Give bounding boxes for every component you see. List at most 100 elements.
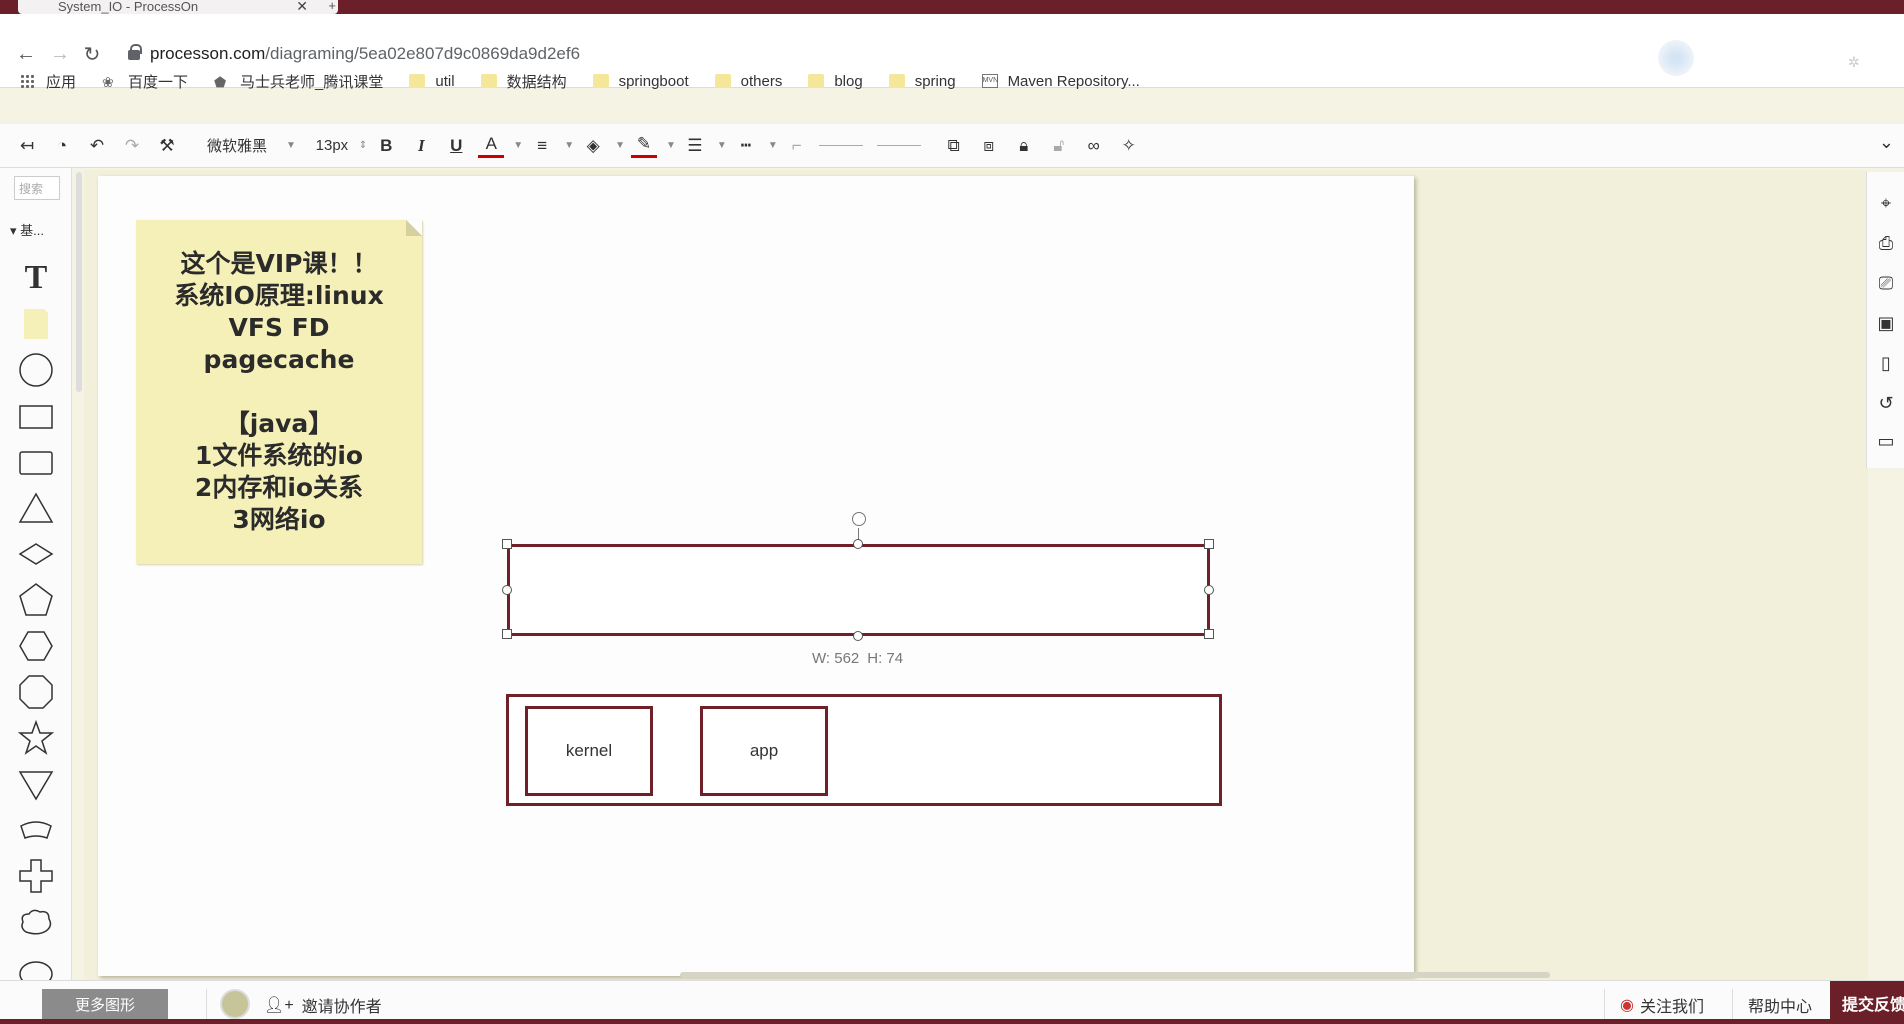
layers-icon[interactable]: ▣	[1875, 312, 1897, 334]
chevron-down-icon[interactable]: ▼	[666, 132, 676, 160]
italic-button[interactable]: I	[408, 132, 434, 160]
sticky-note[interactable]: 这个是VIP课！！ 系统IO原理:linux VFS FD pagecache …	[136, 220, 422, 564]
browser-tab[interactable]: System_IO - ProcessOn ✕ +	[18, 0, 338, 14]
rectangle-shape-icon[interactable]	[18, 398, 54, 434]
tab-close-icon[interactable]: ✕	[296, 0, 308, 14]
cross-shape-icon[interactable]	[18, 858, 54, 894]
star-shape-icon[interactable]	[18, 720, 54, 756]
format-painter-icon[interactable]: ⚒	[154, 132, 180, 160]
bookmark-apps[interactable]: 应用	[20, 71, 76, 92]
rotate-handle[interactable]	[852, 512, 866, 526]
format-shapes-icon[interactable]: ◔	[49, 132, 75, 160]
invite-collaborator-button[interactable]: 👤︎+ 邀请协作者	[264, 993, 382, 1017]
help-center-link[interactable]: 帮助中心	[1748, 993, 1812, 1017]
history-icon[interactable]: ↺	[1875, 392, 1897, 414]
lock-icon[interactable]: 🔒︎	[1011, 132, 1037, 160]
oval-shape-icon[interactable]	[18, 950, 54, 980]
cloud-shape-icon[interactable]	[18, 904, 54, 940]
start-arrow-select[interactable]	[818, 145, 863, 146]
note-shape-icon[interactable]	[18, 306, 54, 342]
feedback-button[interactable]: 提交反馈	[1830, 981, 1904, 1024]
undo-icon[interactable]: ↶	[84, 132, 110, 160]
unlock-icon[interactable]: 🔓︎	[1046, 132, 1072, 160]
bookmark-spring[interactable]: spring	[888, 73, 956, 90]
undo-back-icon[interactable]: ↤	[14, 132, 40, 160]
bookmark-baidu[interactable]: ❀ 百度一下	[102, 71, 188, 92]
bookmark-springboot[interactable]: springboot	[592, 73, 689, 90]
profile-avatar-icon[interactable]	[1658, 40, 1694, 76]
fill-bucket-icon[interactable]: ◈	[580, 132, 606, 160]
extension-icon[interactable]: ✲	[1848, 54, 1864, 70]
connector-icon[interactable]: ⌐	[784, 132, 810, 160]
document-icon[interactable]: ▯	[1875, 352, 1897, 374]
redo-icon[interactable]: ↷	[119, 132, 145, 160]
circle-shape-icon[interactable]	[18, 352, 54, 388]
line-color-icon[interactable]: ✎	[631, 134, 658, 158]
bookmark-util[interactable]: util	[409, 73, 455, 90]
end-arrow-select[interactable]	[876, 145, 921, 146]
more-shapes-button[interactable]: 更多图形	[42, 989, 168, 1019]
reload-icon[interactable]: ↻	[80, 42, 104, 66]
align-icon[interactable]: ≡	[529, 132, 555, 160]
font-color-icon[interactable]: A	[478, 134, 505, 158]
app-box[interactable]: app	[700, 706, 828, 796]
line-width-icon[interactable]: ☰	[682, 132, 708, 160]
chevron-down-icon[interactable]: ▼	[513, 132, 523, 160]
url-field[interactable]: processon.com/diagraming/5ea02e807d9c086…	[150, 44, 580, 64]
arc-shape-icon[interactable]	[18, 812, 54, 848]
funnel-shape-icon[interactable]	[18, 766, 54, 802]
bookmark-data-structures[interactable]: 数据结构	[480, 71, 567, 92]
chevron-down-icon[interactable]: ▼	[564, 132, 574, 160]
collapse-chevron-icon[interactable]: ⌄	[1879, 132, 1894, 153]
follow-us-link[interactable]: ◉ 关注我们	[1620, 993, 1704, 1017]
pentagon-shape-icon[interactable]	[18, 582, 54, 618]
line-style-icon[interactable]: ┅	[733, 132, 759, 160]
stepper-icon[interactable]: ⇕	[359, 132, 367, 160]
magic-wand-icon[interactable]: ✧	[1116, 132, 1142, 160]
comment-icon[interactable]: ▭	[1875, 430, 1897, 452]
bold-button[interactable]: B	[373, 132, 399, 160]
resize-handle-tl[interactable]	[502, 539, 512, 549]
resize-handle-tr[interactable]	[1204, 539, 1214, 549]
lock-icon[interactable]	[128, 44, 142, 60]
bookmark-others[interactable]: others	[714, 73, 782, 90]
navigator-icon[interactable]: ⌖	[1875, 192, 1897, 214]
bookmark-blog[interactable]: blog	[808, 73, 863, 90]
underline-button[interactable]: U	[443, 132, 469, 160]
kernel-box[interactable]: kernel	[525, 706, 653, 796]
link-icon[interactable]: ∞	[1081, 132, 1107, 160]
chevron-down-icon[interactable]: ▼	[615, 132, 625, 160]
text-shape-icon[interactable]: T	[18, 259, 54, 296]
horizontal-scrollbar[interactable]	[680, 972, 1550, 978]
selected-rectangle[interactable]	[507, 544, 1210, 636]
resize-handle-left[interactable]	[502, 585, 512, 595]
bookmark-tencent-class[interactable]: ⬟ 马士兵老师_腾讯课堂	[214, 71, 383, 92]
resize-handle-bottom[interactable]	[853, 631, 863, 641]
font-family-select[interactable]: 微软雅黑	[197, 132, 277, 160]
attachment-icon[interactable]: ⎚	[1875, 272, 1897, 294]
resize-handle-br[interactable]	[1204, 629, 1214, 639]
rounded-rectangle-shape-icon[interactable]	[18, 444, 54, 480]
palette-scrollbar[interactable]	[76, 172, 82, 392]
category-toggle[interactable]: ▾ 基...	[10, 220, 44, 239]
forward-arrow-icon[interactable]: →	[48, 42, 72, 66]
resize-handle-top[interactable]	[853, 539, 863, 549]
back-arrow-icon[interactable]: ←	[14, 42, 38, 66]
chevron-down-icon[interactable]: ▼	[286, 132, 296, 160]
resize-handle-right[interactable]	[1204, 585, 1214, 595]
bookmark-maven[interactable]: MVN Maven Repository...	[981, 73, 1140, 90]
chevron-down-icon[interactable]: ▼	[768, 132, 778, 160]
new-tab-icon[interactable]: +	[328, 0, 336, 13]
page-style-icon[interactable]: ⎙	[1875, 232, 1897, 254]
triangle-shape-icon[interactable]	[18, 490, 54, 526]
resize-handle-bl[interactable]	[502, 629, 512, 639]
shape-search-input[interactable]: 搜索	[14, 176, 60, 200]
avatar[interactable]	[220, 989, 250, 1019]
diamond-shape-icon[interactable]	[18, 536, 54, 572]
font-size-select[interactable]: 13px	[314, 132, 350, 160]
bring-front-icon[interactable]: ⧉	[941, 132, 967, 160]
chevron-down-icon[interactable]: ▼	[717, 132, 727, 160]
send-back-icon[interactable]: ⧈	[976, 132, 1002, 160]
octagon-shape-icon[interactable]	[18, 674, 54, 710]
hexagon-shape-icon[interactable]	[18, 628, 54, 664]
